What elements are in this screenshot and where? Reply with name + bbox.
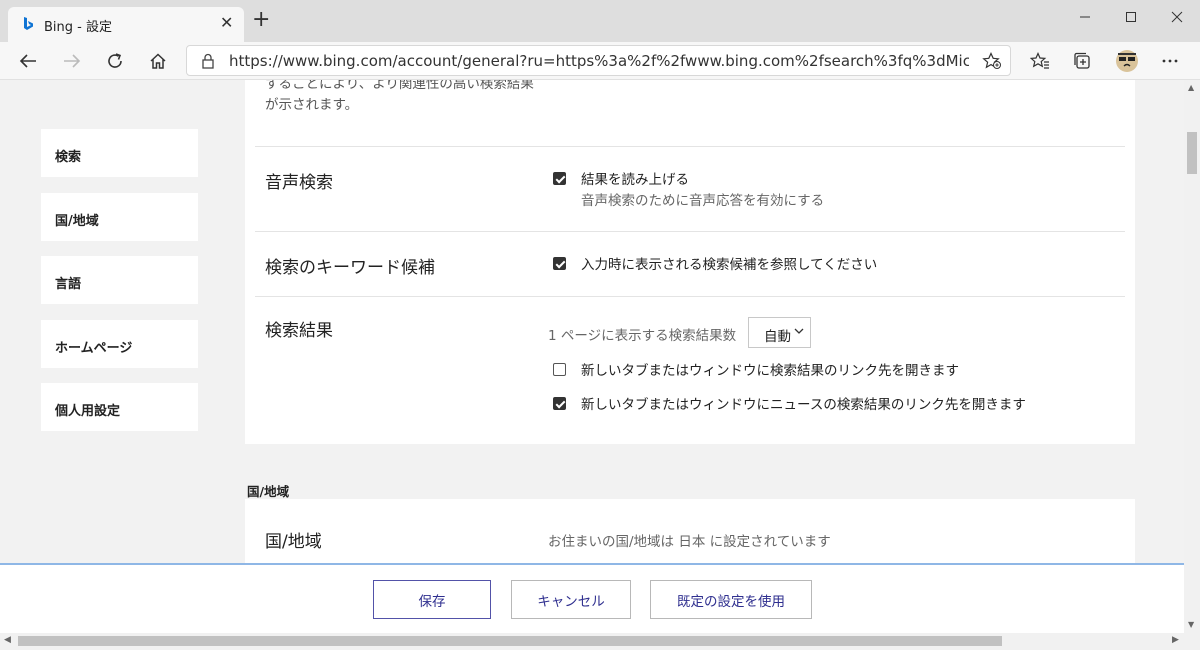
horizontal-scrollbar[interactable]: ◀ ▶ bbox=[0, 633, 1200, 650]
sidebar-item-personalization[interactable]: 個人用設定 bbox=[41, 383, 198, 431]
tab-bar: Bing - 設定 ✕ + bbox=[0, 0, 1200, 42]
maximize-icon[interactable] bbox=[1108, 2, 1154, 32]
sidebar-item-label: 個人用設定 bbox=[55, 404, 121, 419]
scroll-right-icon[interactable]: ▶ bbox=[1172, 635, 1179, 645]
settings-footer: 保存 キャンセル 既定の設定を使用 bbox=[0, 563, 1184, 633]
page-content: 検索 国/地域 言語 ホームページ 個人用設定 することにより、より関連性の高い… bbox=[0, 80, 1184, 633]
add-favorite-icon[interactable] bbox=[982, 52, 1002, 70]
chevron-down-icon bbox=[794, 328, 804, 334]
cancel-button[interactable]: キャンセル bbox=[511, 580, 631, 619]
suggest-label[interactable]: 入力時に表示される検索候補を参照してください bbox=[581, 253, 877, 273]
more-options-icon[interactable] bbox=[1158, 50, 1182, 72]
voice-search-title: 音声検索 bbox=[265, 173, 333, 193]
minimize-icon[interactable] bbox=[1062, 2, 1108, 32]
read-results-sub: 音声検索のために音声応答を有効にする bbox=[581, 193, 825, 209]
sidebar-item-label: 検索 bbox=[55, 150, 82, 165]
region-title: 国/地域 bbox=[265, 532, 322, 552]
bing-logo-icon bbox=[24, 17, 33, 30]
new-tab-icon[interactable]: + bbox=[252, 9, 270, 31]
sidebar-item-label: ホームページ bbox=[55, 341, 133, 356]
tab-title: Bing - 設定 bbox=[44, 20, 112, 35]
divider bbox=[255, 146, 1125, 147]
sidebar-item-search[interactable]: 検索 bbox=[41, 129, 198, 177]
keyword-suggest-title: 検索のキーワード候補 bbox=[265, 258, 435, 278]
browser-toolbar: https://www.bing.com/account/general?ru=… bbox=[0, 42, 1200, 80]
lock-icon[interactable] bbox=[201, 53, 215, 69]
read-results-label[interactable]: 結果を読み上げる bbox=[581, 168, 689, 188]
read-results-checkbox[interactable] bbox=[553, 172, 566, 185]
home-icon[interactable] bbox=[146, 50, 170, 72]
sidebar-item-homepage[interactable]: ホームページ bbox=[41, 320, 198, 368]
vertical-scrollbar[interactable]: ▲ ▼ bbox=[1184, 80, 1200, 633]
vertical-scroll-thumb[interactable] bbox=[1187, 132, 1197, 174]
tab-close-icon[interactable]: ✕ bbox=[220, 13, 233, 32]
url-text[interactable]: https://www.bing.com/account/general?ru=… bbox=[229, 52, 969, 70]
search-settings-card: することにより、より関連性の高い検索結果が示されます。 音声検索 結果を読み上げ… bbox=[245, 80, 1135, 444]
results-per-page-value: 自動 bbox=[764, 329, 791, 345]
horizontal-scroll-thumb[interactable] bbox=[18, 636, 1002, 646]
use-defaults-button[interactable]: 既定の設定を使用 bbox=[650, 580, 812, 619]
sidebar-item-region[interactable]: 国/地域 bbox=[41, 193, 198, 241]
search-results-title: 検索結果 bbox=[265, 321, 333, 341]
forward-icon[interactable] bbox=[60, 50, 84, 72]
close-window-icon[interactable] bbox=[1154, 2, 1200, 32]
back-icon[interactable] bbox=[16, 50, 40, 72]
browser-tab[interactable]: Bing - 設定 ✕ bbox=[8, 7, 244, 42]
new-window-label[interactable]: 新しいタブまたはウィンドウに検索結果のリンク先を開きます bbox=[581, 359, 959, 379]
partial-description: することにより、より関連性の高い検索結果が示されます。 bbox=[265, 80, 534, 113]
save-button[interactable]: 保存 bbox=[373, 580, 491, 619]
collections-icon[interactable] bbox=[1070, 50, 1094, 72]
results-per-page-select[interactable]: 自動 bbox=[748, 317, 811, 348]
scroll-down-icon[interactable]: ▼ bbox=[1188, 620, 1194, 629]
address-bar[interactable]: https://www.bing.com/account/general?ru=… bbox=[186, 45, 1011, 76]
sidebar-item-label: 言語 bbox=[55, 277, 82, 292]
profile-avatar[interactable] bbox=[1114, 48, 1140, 74]
favorites-icon[interactable] bbox=[1028, 50, 1052, 72]
divider bbox=[255, 296, 1125, 297]
region-description: お住まいの国/地域は 日本 に設定されています bbox=[548, 534, 831, 550]
news-new-window-label[interactable]: 新しいタブまたはウィンドウにニュースの検索結果のリンク先を開きます bbox=[581, 393, 1026, 413]
suggest-checkbox[interactable] bbox=[553, 257, 566, 270]
divider bbox=[255, 231, 1125, 232]
new-window-checkbox[interactable] bbox=[553, 363, 566, 376]
refresh-icon[interactable] bbox=[103, 50, 127, 72]
results-per-page-label: 1 ページに表示する検索結果数 bbox=[548, 328, 737, 344]
scroll-up-icon[interactable]: ▲ bbox=[1188, 83, 1194, 92]
sidebar-item-language[interactable]: 言語 bbox=[41, 256, 198, 304]
region-section-heading: 国/地域 bbox=[247, 484, 290, 499]
scroll-left-icon[interactable]: ◀ bbox=[4, 635, 11, 645]
sidebar-item-label: 国/地域 bbox=[55, 214, 99, 229]
news-new-window-checkbox[interactable] bbox=[553, 397, 566, 410]
